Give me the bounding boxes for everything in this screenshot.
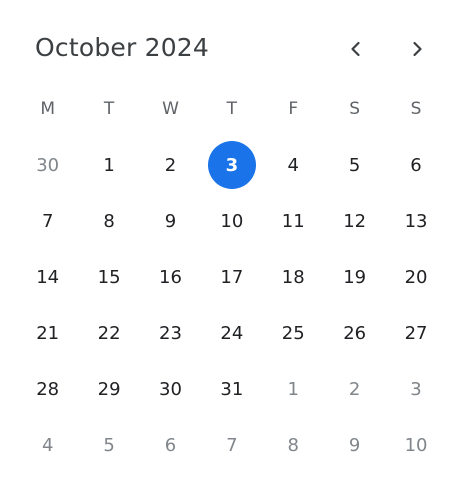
calendar-day[interactable]: 14 bbox=[17, 249, 78, 305]
calendar-day[interactable]: 15 bbox=[78, 249, 139, 305]
day-number: 10 bbox=[404, 434, 428, 456]
calendar-day[interactable]: 18 bbox=[263, 249, 324, 305]
day-number: 22 bbox=[97, 322, 121, 344]
calendar-day[interactable]: 20 bbox=[385, 249, 446, 305]
day-number: 1 bbox=[103, 154, 115, 176]
day-number: 23 bbox=[159, 322, 182, 344]
calendar-day[interactable]: 5 bbox=[324, 137, 385, 193]
date-picker-calendar: October 2024 M T W T F S S 30 1 2 3 4 5 6 7 8 9 10… bbox=[0, 0, 466, 489]
weekday-header-tuesday: T bbox=[103, 99, 115, 119]
weekday-header-friday: F bbox=[288, 99, 299, 119]
day-number: 28 bbox=[36, 378, 60, 400]
day-number: 6 bbox=[164, 434, 177, 456]
day-number: 30 bbox=[159, 378, 182, 400]
day-number: 30 bbox=[36, 154, 60, 176]
calendar-day-outside-month[interactable]: 30 bbox=[17, 137, 78, 193]
day-number: 4 bbox=[41, 434, 54, 456]
day-number: 25 bbox=[281, 322, 305, 344]
day-number: 27 bbox=[404, 322, 428, 344]
calendar-day[interactable]: 9 bbox=[140, 193, 201, 249]
calendar-day[interactable]: 19 bbox=[324, 249, 385, 305]
day-number: 6 bbox=[410, 154, 422, 176]
calendar-day[interactable]: 16 bbox=[140, 249, 201, 305]
day-number: 21 bbox=[36, 322, 60, 344]
calendar-day[interactable]: 4 bbox=[263, 137, 324, 193]
day-number: 14 bbox=[36, 266, 60, 288]
calendar-day[interactable]: 12 bbox=[324, 193, 385, 249]
day-number: 15 bbox=[97, 266, 121, 288]
calendar-day[interactable]: 7 bbox=[17, 193, 78, 249]
calendar-day-outside-month[interactable]: 9 bbox=[324, 417, 385, 473]
calendar-day[interactable]: 13 bbox=[385, 193, 446, 249]
chevron-right-icon bbox=[407, 39, 427, 59]
calendar-day-outside-month[interactable]: 5 bbox=[78, 417, 139, 473]
weekday-header-saturday: S bbox=[349, 99, 361, 119]
day-number: 19 bbox=[343, 266, 367, 288]
calendar-day[interactable]: 21 bbox=[17, 305, 78, 361]
day-number: 24 bbox=[220, 322, 244, 344]
day-number: 9 bbox=[348, 434, 361, 456]
day-number: 17 bbox=[220, 266, 244, 288]
chevron-left-icon bbox=[346, 39, 366, 59]
calendar-day-outside-month[interactable]: 10 bbox=[385, 417, 446, 473]
calendar-day-outside-month[interactable]: 2 bbox=[324, 361, 385, 417]
calendar-day[interactable]: 29 bbox=[78, 361, 139, 417]
day-number: 5 bbox=[348, 154, 361, 176]
previous-month-button[interactable] bbox=[336, 29, 376, 69]
calendar-day-outside-month[interactable]: 1 bbox=[263, 361, 324, 417]
calendar-day[interactable]: 11 bbox=[263, 193, 324, 249]
calendar-day[interactable]: 31 bbox=[201, 361, 262, 417]
calendar-day-selected[interactable]: 3 bbox=[201, 137, 262, 193]
day-number: 3 bbox=[207, 141, 256, 189]
calendar-day-outside-month[interactable]: 3 bbox=[385, 361, 446, 417]
day-number: 11 bbox=[281, 210, 305, 232]
calendar-day[interactable]: 25 bbox=[263, 305, 324, 361]
weekday-header-thursday: T bbox=[226, 99, 238, 119]
day-number: 5 bbox=[103, 434, 115, 456]
day-number: 18 bbox=[281, 266, 305, 288]
day-number: 8 bbox=[287, 434, 299, 456]
day-number: 29 bbox=[97, 378, 121, 400]
calendar-day[interactable]: 1 bbox=[78, 137, 139, 193]
day-number: 31 bbox=[220, 378, 244, 400]
calendar-day-outside-month[interactable]: 7 bbox=[201, 417, 262, 473]
day-number: 9 bbox=[164, 210, 177, 232]
next-month-button[interactable] bbox=[397, 29, 437, 69]
calendar-grid: M T W T F S S 30 1 2 3 4 5 6 7 8 9 10 11 12 13 14 15 16 1… bbox=[17, 81, 447, 473]
day-number: 12 bbox=[343, 210, 367, 232]
calendar-day[interactable]: 27 bbox=[385, 305, 446, 361]
weekday-header-sunday: S bbox=[410, 99, 422, 119]
day-number: 7 bbox=[41, 210, 54, 232]
calendar-day[interactable]: 22 bbox=[78, 305, 139, 361]
day-number: 10 bbox=[220, 210, 244, 232]
calendar-day[interactable]: 24 bbox=[201, 305, 262, 361]
day-number: 20 bbox=[404, 266, 428, 288]
calendar-day-outside-month[interactable]: 4 bbox=[17, 417, 78, 473]
day-number: 16 bbox=[159, 266, 182, 288]
calendar-day[interactable]: 30 bbox=[140, 361, 201, 417]
day-number: 2 bbox=[348, 378, 361, 400]
calendar-day[interactable]: 23 bbox=[140, 305, 201, 361]
calendar-day[interactable]: 2 bbox=[140, 137, 201, 193]
day-number: 1 bbox=[287, 378, 299, 400]
day-number: 13 bbox=[404, 210, 428, 232]
calendar-day-outside-month[interactable]: 6 bbox=[140, 417, 201, 473]
calendar-day[interactable]: 26 bbox=[324, 305, 385, 361]
calendar-day[interactable]: 28 bbox=[17, 361, 78, 417]
day-number: 7 bbox=[226, 434, 238, 456]
calendar-day[interactable]: 10 bbox=[201, 193, 262, 249]
month-year-title: October 2024 bbox=[35, 33, 210, 62]
calendar-day[interactable]: 6 bbox=[385, 137, 446, 193]
day-number: 8 bbox=[103, 210, 115, 232]
day-number: 26 bbox=[343, 322, 367, 344]
day-number: 3 bbox=[410, 378, 422, 400]
weekday-header-wednesday: W bbox=[162, 99, 179, 119]
calendar-day-outside-month[interactable]: 8 bbox=[263, 417, 324, 473]
weekday-header-monday: M bbox=[40, 99, 56, 119]
day-number: 4 bbox=[287, 154, 299, 176]
calendar-day[interactable]: 8 bbox=[78, 193, 139, 249]
calendar-day[interactable]: 17 bbox=[201, 249, 262, 305]
day-number: 2 bbox=[164, 154, 177, 176]
